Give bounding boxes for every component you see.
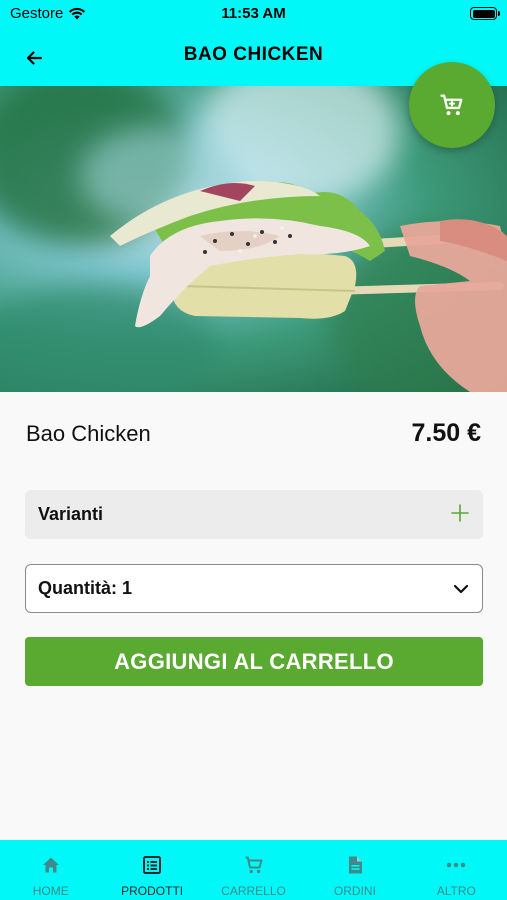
page-title: BAO CHICKEN bbox=[183, 44, 324, 65]
tab-prodotti-label: PRODOTTI bbox=[121, 884, 184, 898]
product-price: 7.50 € bbox=[411, 419, 481, 447]
quantity-label: Quantità: 1 bbox=[38, 578, 133, 598]
add-to-cart-button[interactable]: AGGIUNGI AL CARRELLO bbox=[25, 637, 483, 686]
tab-prodotti[interactable]: PRODOTTI bbox=[101, 840, 202, 900]
cart-icon bbox=[440, 94, 463, 116]
battery-icon bbox=[470, 7, 500, 20]
status-time: 11:53 AM bbox=[221, 5, 286, 22]
tab-ordini[interactable]: ORDINI bbox=[304, 840, 405, 900]
tab-carrello[interactable]: CARRELLO bbox=[203, 840, 304, 900]
variants-expander[interactable]: Varianti bbox=[25, 490, 483, 539]
more-icon bbox=[447, 862, 466, 868]
tab-altro[interactable]: ALTRO bbox=[406, 840, 507, 900]
tab-carrello-label: CARRELLO bbox=[221, 884, 286, 898]
product-name: Bao Chicken bbox=[26, 421, 151, 446]
plus-icon bbox=[451, 504, 469, 522]
tab-ordini-label: ORDINI bbox=[333, 884, 376, 898]
cart-fab-button[interactable] bbox=[409, 62, 495, 148]
menu-list-icon bbox=[143, 856, 162, 874]
tab-home[interactable]: HOME bbox=[0, 840, 101, 900]
quantity-select[interactable]: Quantità: 1 bbox=[25, 564, 483, 613]
bottom-tab-bar: HOME PRODOTTI CARRELLO ORDINI ALTRO bbox=[0, 840, 507, 900]
status-bar: Gestore 11:53 AM bbox=[0, 0, 507, 28]
variants-label: Varianti bbox=[38, 504, 104, 524]
tab-home-label: HOME bbox=[32, 884, 69, 898]
document-icon bbox=[348, 856, 362, 874]
home-icon bbox=[42, 857, 59, 873]
chevron-down-icon bbox=[453, 584, 469, 594]
tab-altro-label: ALTRO bbox=[436, 884, 476, 898]
cart-icon bbox=[245, 856, 263, 874]
